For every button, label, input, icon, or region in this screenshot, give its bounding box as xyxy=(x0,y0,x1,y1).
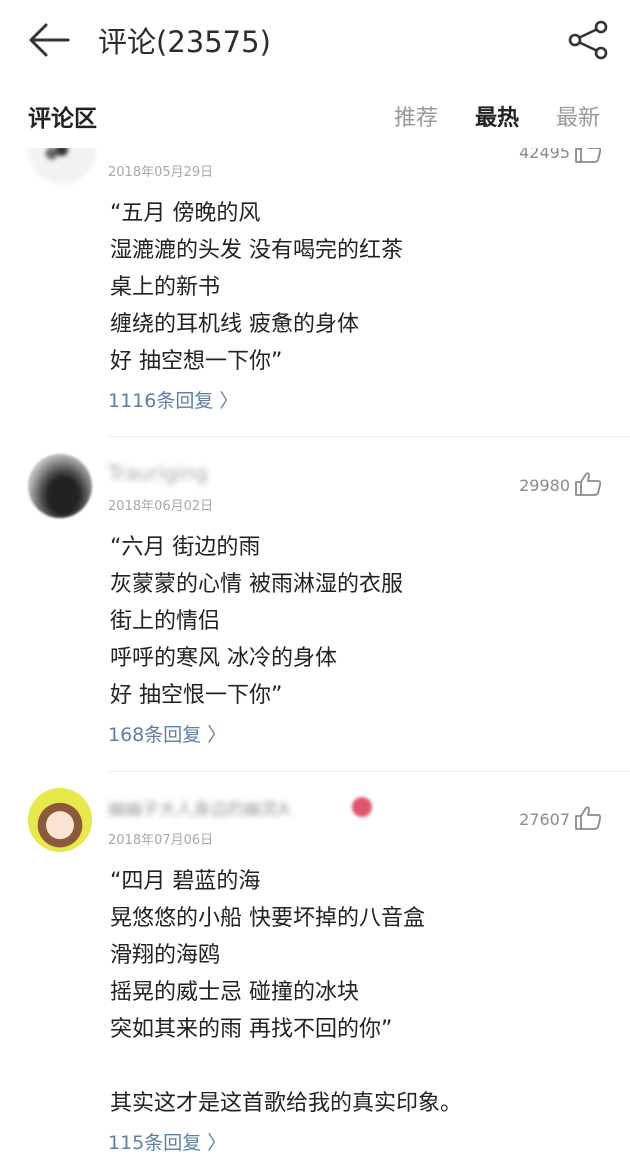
comment-list[interactable]: 2018年05月29日 42495 “五月 傍晚的风 湿漉漉的头发 没有喝完的红… xyxy=(0,148,630,1172)
tab-hottest[interactable]: 最热 xyxy=(475,101,519,137)
verified-badge-icon xyxy=(352,797,372,817)
reply-link[interactable]: 168条回复 〉 xyxy=(108,721,226,749)
share-icon[interactable] xyxy=(566,18,610,62)
like-count: 27607 xyxy=(519,810,570,829)
comment-line: 滑翔的海鸥 xyxy=(110,943,221,968)
comment-body: “四月 碧蓝的海 晃悠悠的小船 快要坏掉的八音盒 滑翔的海鸥 摇晃的威士忌 碰撞… xyxy=(110,863,462,1122)
comment-body: “六月 街边的雨 灰蒙蒙的心情 被雨淋湿的衣服 街上的情侣 呼呼的寒风 冰冷的身… xyxy=(110,529,403,714)
comment-date: 2018年06月02日 xyxy=(108,499,214,514)
comment-section-title: 评论区 xyxy=(28,106,97,132)
tab-recommended[interactable]: 推荐 xyxy=(394,101,438,137)
thumbs-up-icon[interactable] xyxy=(574,471,602,497)
comment-line: “六月 街边的雨 xyxy=(110,535,261,560)
comment-line: 晃悠悠的小船 快要坏掉的八音盒 xyxy=(110,906,425,931)
divider xyxy=(108,436,630,437)
avatar[interactable] xyxy=(28,788,92,852)
comment-line: 缠绕的耳机线 疲惫的身体 xyxy=(110,312,359,337)
username[interactable]: 幽幽子大人身边的幽灵A xyxy=(108,795,290,820)
comment-line xyxy=(110,1048,462,1085)
comment-line: 突如其来的雨 再找不回的你” xyxy=(110,1017,393,1042)
comment-line: 其实这才是这首歌给我的真实印象。 xyxy=(110,1091,463,1116)
reply-link[interactable]: 115条回复 〉 xyxy=(108,1129,226,1157)
comment-line: 灰蒙蒙的心情 被雨淋湿的衣服 xyxy=(110,572,403,597)
thumbs-up-icon[interactable] xyxy=(574,805,602,831)
comment-item: Trauriging 2018年06月02日 29980 “六月 街边的雨 灰蒙… xyxy=(0,438,630,772)
comment-line: 街上的情侣 xyxy=(110,609,221,634)
comment-line: 摇晃的威士忌 碰撞的冰块 xyxy=(110,980,359,1005)
comment-line: 好 抽空恨一下你” xyxy=(110,683,283,708)
like-count: 29980 xyxy=(519,476,570,495)
avatar[interactable] xyxy=(28,454,92,518)
tab-newest[interactable]: 最新 xyxy=(556,101,600,137)
arrow-left-icon[interactable] xyxy=(28,22,70,58)
reply-link[interactable]: 1116条回复 〉 xyxy=(108,387,238,415)
comment-date: 2018年05月29日 xyxy=(108,165,214,180)
comment-line: 湿漉漉的头发 没有喝完的红茶 xyxy=(110,238,403,263)
comment-date: 2018年07月06日 xyxy=(108,833,214,848)
comment-line: “五月 傍晚的风 xyxy=(110,201,261,226)
comment-item: 2018年05月29日 42495 “五月 傍晚的风 湿漉漉的头发 没有喝完的红… xyxy=(0,148,630,438)
comment-item: 幽幽子大人身边的幽灵A 2018年07月06日 27607 “四月 碧蓝的海 晃… xyxy=(0,772,630,1172)
comment-line: 桌上的新书 xyxy=(110,275,221,300)
comment-line: “四月 碧蓝的海 xyxy=(110,869,261,894)
thumbs-up-icon[interactable] xyxy=(574,148,602,164)
username[interactable]: Trauriging xyxy=(108,461,208,485)
avatar[interactable] xyxy=(28,148,96,184)
like-count: 42495 xyxy=(519,148,570,162)
comment-line: 好 抽空想一下你” xyxy=(110,349,283,374)
page-title: 评论(23575) xyxy=(98,25,271,59)
comment-line: 呼呼的寒风 冰冷的身体 xyxy=(110,646,337,671)
comment-body: “五月 傍晚的风 湿漉漉的头发 没有喝完的红茶 桌上的新书 缠绕的耳机线 疲惫的… xyxy=(110,195,403,380)
